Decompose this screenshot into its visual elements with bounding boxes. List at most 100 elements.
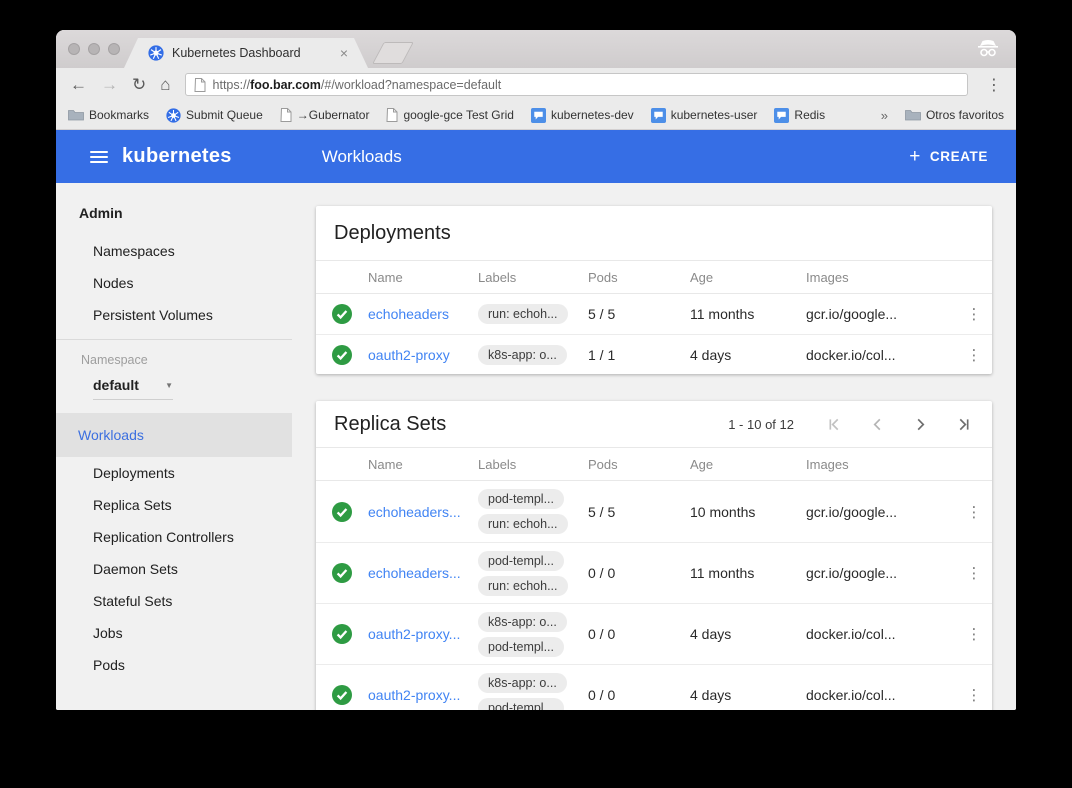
- next-page-icon[interactable]: [914, 418, 927, 431]
- replica-set-link[interactable]: oauth2-proxy...: [368, 687, 478, 703]
- content-area: Admin Namespaces Nodes Persistent Volume…: [56, 183, 1016, 710]
- browser-menu-icon[interactable]: ⋮: [982, 75, 1006, 95]
- bookmark-item[interactable]: kubernetes-dev: [531, 108, 634, 123]
- bookmark-item[interactable]: Redis: [774, 108, 825, 123]
- column-header-pods: Pods: [588, 457, 690, 472]
- previous-page-icon[interactable]: [871, 418, 884, 431]
- status-ok-icon: [332, 685, 352, 705]
- sidebar-item-namespaces[interactable]: Namespaces: [56, 235, 292, 267]
- browser-titlebar: Kubernetes Dashboard ×: [56, 30, 1016, 68]
- label-chip[interactable]: k8s-app: o...: [478, 612, 567, 632]
- app-header: kubernetes Workloads + CREATE: [56, 130, 1016, 183]
- images-cell: gcr.io/google...: [806, 565, 956, 581]
- table-row: echoheaders run: echoh... 5 / 5 11 month…: [316, 294, 992, 334]
- label-chip[interactable]: pod-templ...: [478, 551, 564, 571]
- sidebar-item-pods[interactable]: Pods: [56, 649, 292, 681]
- sidebar: Admin Namespaces Nodes Persistent Volume…: [56, 183, 292, 710]
- address-bar[interactable]: https://foo.bar.com/#/workload?namespace…: [185, 73, 968, 96]
- label-chip[interactable]: run: echoh...: [478, 514, 568, 534]
- first-page-icon[interactable]: [828, 418, 841, 431]
- age-cell: 10 months: [690, 504, 806, 520]
- label-chip[interactable]: pod-templ...: [478, 489, 564, 509]
- namespace-label: Namespace: [81, 353, 292, 369]
- sidebar-item-jobs[interactable]: Jobs: [56, 617, 292, 649]
- table-header: Name Labels Pods Age Images: [316, 260, 992, 294]
- hamburger-menu-icon[interactable]: [90, 151, 108, 163]
- sidebar-item-replication-controllers[interactable]: Replication Controllers: [56, 521, 292, 553]
- replica-sets-card: Replica Sets 1 - 10 of 12: [316, 401, 992, 710]
- close-tab-icon[interactable]: ×: [340, 45, 348, 61]
- browser-window: Kubernetes Dashboard × ← → ↻ ⌂ https://f…: [56, 30, 1016, 710]
- pods-cell: 0 / 0: [588, 687, 690, 703]
- sidebar-divider: [56, 339, 292, 340]
- replica-set-link[interactable]: echoheaders...: [368, 504, 478, 520]
- kubernetes-icon: [166, 108, 181, 123]
- table-row: oauth2-proxy k8s-app: o... 1 / 1 4 days …: [316, 334, 992, 374]
- images-cell: gcr.io/google...: [806, 306, 956, 322]
- tab-title: Kubernetes Dashboard: [172, 46, 332, 60]
- sidebar-item-admin[interactable]: Admin: [79, 205, 292, 235]
- sidebar-item-daemon-sets[interactable]: Daemon Sets: [56, 553, 292, 585]
- namespace-select[interactable]: default ▼: [93, 377, 173, 400]
- zoom-window-button[interactable]: [108, 43, 120, 55]
- bookmarks-overflow-icon[interactable]: »: [881, 108, 888, 123]
- images-cell: docker.io/col...: [806, 347, 956, 363]
- sidebar-item-replica-sets[interactable]: Replica Sets: [56, 489, 292, 521]
- bookmark-folder[interactable]: Bookmarks: [68, 108, 149, 122]
- bookmark-item[interactable]: Submit Queue: [166, 108, 263, 123]
- replica-set-link[interactable]: oauth2-proxy...: [368, 626, 478, 642]
- sidebar-item-stateful-sets[interactable]: Stateful Sets: [56, 585, 292, 617]
- label-chip[interactable]: run: echoh...: [478, 304, 568, 324]
- row-menu-icon[interactable]: ⋮: [967, 686, 982, 704]
- label-chip[interactable]: k8s-app: o...: [478, 673, 567, 693]
- table-row: oauth2-proxy... k8s-app: o... pod-templ.…: [316, 664, 992, 710]
- row-menu-icon[interactable]: ⋮: [967, 564, 982, 582]
- namespace-value: default: [93, 377, 139, 393]
- bookmark-other-favorites[interactable]: Otros favoritos: [905, 108, 1004, 122]
- new-tab-button[interactable]: [372, 42, 414, 64]
- column-header-age: Age: [690, 457, 806, 472]
- browser-tab[interactable]: Kubernetes Dashboard ×: [124, 38, 368, 68]
- deployment-link[interactable]: echoheaders: [368, 306, 478, 322]
- label-chip[interactable]: run: echoh...: [478, 576, 568, 596]
- age-cell: 4 days: [690, 347, 806, 363]
- url-text: https://foo.bar.com/#/workload?namespace…: [213, 78, 502, 92]
- close-window-button[interactable]: [68, 43, 80, 55]
- last-page-icon[interactable]: [957, 418, 970, 431]
- pods-cell: 0 / 0: [588, 626, 690, 642]
- back-icon[interactable]: ←: [70, 76, 87, 93]
- row-menu-icon[interactable]: ⋮: [967, 625, 982, 643]
- minimize-window-button[interactable]: [88, 43, 100, 55]
- create-button[interactable]: + CREATE: [909, 146, 988, 168]
- deployment-link[interactable]: oauth2-proxy: [368, 347, 478, 363]
- browser-toolbar: ← → ↻ ⌂ https://foo.bar.com/#/workload?n…: [56, 68, 1016, 101]
- label-chip[interactable]: pod-templ...: [478, 637, 564, 657]
- column-header-name: Name: [368, 270, 478, 285]
- row-menu-icon[interactable]: ⋮: [967, 503, 982, 521]
- age-cell: 4 days: [690, 687, 806, 703]
- deployments-card: Deployments Name Labels Pods Age Images …: [316, 206, 992, 374]
- status-ok-icon: [332, 563, 352, 583]
- plus-icon: +: [909, 146, 921, 168]
- sidebar-item-persistent-volumes[interactable]: Persistent Volumes: [56, 299, 292, 331]
- age-cell: 11 months: [690, 306, 806, 322]
- label-chip[interactable]: k8s-app: o...: [478, 345, 567, 365]
- sidebar-item-workloads[interactable]: Workloads: [56, 413, 292, 457]
- bookmark-item[interactable]: kubernetes-user: [651, 108, 758, 123]
- row-menu-icon[interactable]: ⋮: [967, 346, 982, 364]
- column-header-pods: Pods: [588, 270, 690, 285]
- sidebar-item-deployments[interactable]: Deployments: [56, 457, 292, 489]
- forward-icon[interactable]: →: [101, 76, 118, 93]
- bookmark-item[interactable]: google-gce Test Grid: [386, 108, 514, 122]
- groups-icon: [774, 108, 789, 123]
- label-chip[interactable]: pod-templ...: [478, 698, 564, 711]
- replica-set-link[interactable]: echoheaders...: [368, 565, 478, 581]
- home-icon[interactable]: ⌂: [160, 76, 170, 93]
- pagination-range: 1 - 10 of 12: [728, 417, 794, 432]
- reload-icon[interactable]: ↻: [132, 76, 146, 93]
- row-menu-icon[interactable]: ⋮: [967, 305, 982, 323]
- bookmark-item[interactable]: →Gubernator: [280, 108, 370, 122]
- sidebar-item-nodes[interactable]: Nodes: [56, 267, 292, 299]
- deployments-card-title: Deployments: [334, 222, 974, 245]
- pods-cell: 0 / 0: [588, 565, 690, 581]
